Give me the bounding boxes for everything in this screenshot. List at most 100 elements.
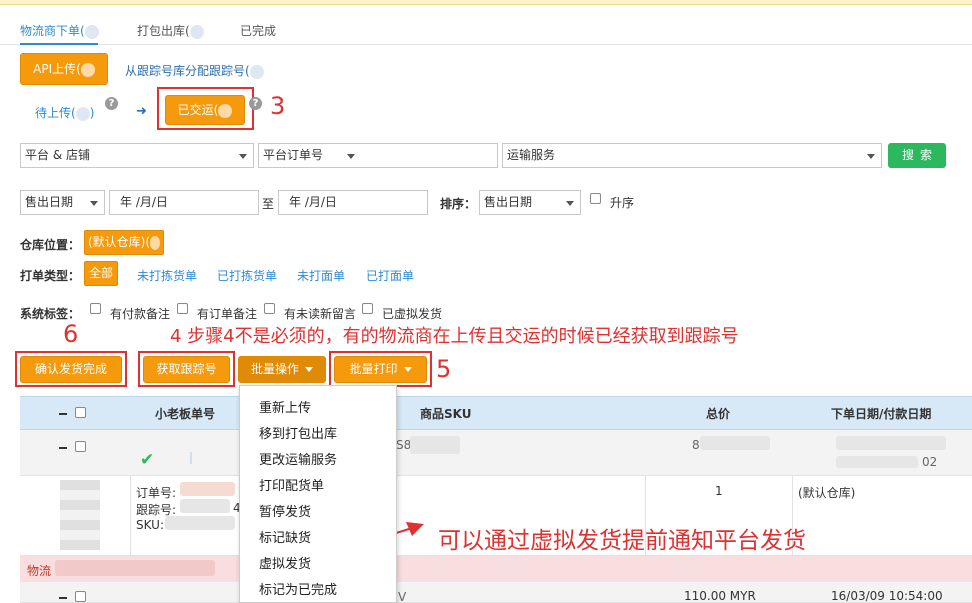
tag-virtual-shipped-checkbox[interactable] [362,303,373,314]
print-type-picked[interactable]: 已打拣货单 [217,267,277,284]
select-value: 售出日期 [25,195,74,209]
ascending-checkbox[interactable] [590,193,601,204]
row-sku-fragment: S8 [396,438,412,452]
tag-order-note-label: 有订单备注 [197,307,258,321]
date-type-select[interactable]: 售出日期 [20,190,105,215]
warehouse-label: 仓库位置： [20,236,80,253]
annotation-3: 3 [270,92,286,120]
count-blur [249,64,264,79]
print-type-label: 打单类型： [20,267,80,284]
help-glyph: ? [108,98,115,109]
date-value: 年 /月/日 [120,195,168,209]
tag-payment-note-checkbox[interactable] [90,303,101,314]
print-type-unlabeled[interactable]: 未打面单 [297,267,345,284]
print-type-all[interactable]: 全部 [84,261,118,286]
platform-order-select[interactable]: 平台订单号 [258,143,498,168]
get-tracking-button[interactable]: 获取跟踪号 [143,356,230,383]
row-checkbox[interactable] [75,441,86,452]
help-icon[interactable]: ? [105,97,118,110]
pending-upload-link[interactable]: 待上传() [35,104,94,121]
print-type-labeled[interactable]: 已打面单 [366,267,414,284]
tab-logistics-order[interactable]: 物流商下单( [20,22,99,39]
chevron-down-icon [347,154,355,159]
tab-pack-out[interactable]: 打包出库( [137,22,204,39]
tab-completed[interactable]: 已完成 [240,22,276,39]
menu-item-virtual-ship[interactable]: 虚拟发货 [259,553,311,572]
warehouse-label-text: 仓库位置： [20,238,81,252]
warehouse-value: (默认仓库)( [87,235,151,249]
print-type-unpicked[interactable]: 未打拣货单 [137,267,197,284]
tab-label: 物流商下单( [20,24,85,38]
table-row[interactable] [20,582,972,603]
get-tracking-label: 获取跟踪号 [156,362,217,376]
count-blur [218,103,233,118]
menu-item-change-service[interactable]: 更改运输服务 [259,449,337,468]
annotation-5: 5 [436,355,452,383]
chevron-down-icon [566,201,574,206]
batch-ops-dropdown: 重新上传 移到打包出库 更改运输服务 打印配货单 暂停发货 标记缺货 虚拟发货 … [239,385,397,603]
collapse-all-icon[interactable] [59,413,67,415]
system-tags-label-text: 系统标签： [20,307,81,321]
select-all-checkbox[interactable] [75,407,86,418]
sort-label: 排序： [440,195,476,212]
menu-item-move-to-pack[interactable]: 移到打包出库 [259,423,337,442]
tag-payment-note-label: 有付款备注 [110,307,171,321]
assign-tracking-tab[interactable]: 从跟踪号库分配跟踪号( [125,62,264,79]
platform-shop-select[interactable]: 平台 & 店铺 [20,143,254,168]
annotation-4: 4 步骤4不是必须的，有的物流商在上传且交运的时候已经获取到跟踪号 [170,326,739,347]
help-icon[interactable]: ? [249,97,262,110]
row-date-fragment: 02 [922,455,938,469]
chevron-down-icon [239,154,247,159]
api-upload-label: API上传( [33,62,81,76]
date-to-input[interactable]: 年 /月/日 [278,190,428,215]
col-header-text: 下单日期/付款日期 [831,407,932,421]
print-type-all-label: 全部 [88,266,113,280]
logistics-label: 物流 [27,564,52,578]
select-value: 运输服务 [507,148,556,162]
tag-virtual-shipped-label: 已虚拟发货 [382,307,443,321]
count-blur [84,24,99,39]
api-upload-button[interactable]: API上传( [20,53,108,85]
batch-print-button[interactable]: 批量打印 [334,356,427,383]
row-checkbox[interactable] [75,591,86,602]
shipped-button[interactable]: 已交运( [165,95,245,125]
shipped-label: 已交运( [177,103,219,117]
search-button[interactable]: 搜索 [888,143,946,168]
table-row[interactable] [20,430,972,476]
collapse-row-icon[interactable] [59,597,67,599]
menu-item-print-picklist[interactable]: 打印配货单 [259,475,324,494]
search-label: 搜索 [901,148,938,162]
menu-item-mark-out-of-stock[interactable]: 标记缺货 [259,527,311,546]
confirm-ship-label: 确认发货完成 [34,362,107,376]
confirm-ship-button[interactable]: 确认发货完成 [20,356,122,383]
help-glyph: ? [252,98,259,109]
date-from-input[interactable]: 年 /月/日 [109,190,259,215]
count-blur [150,235,161,250]
detail-order-label: 订单号: [136,486,177,500]
tag-order-note-checkbox[interactable] [177,303,188,314]
product-thumbnail[interactable] [60,480,100,550]
blurred-text [180,499,230,513]
menu-item-pause-shipping[interactable]: 暂停发货 [259,501,311,520]
blurred-text [180,482,235,496]
check-icon: ✔ [140,450,155,470]
collapse-row-icon[interactable] [59,447,67,449]
active-tab-underline [20,43,98,45]
warehouse-default-button[interactable]: (默认仓库)( [84,230,164,255]
sort-select[interactable]: 售出日期 [479,190,581,215]
menu-item-reupload[interactable]: 重新上传 [259,397,311,416]
ascending-label: 升序 [610,196,635,210]
menu-item-mark-completed[interactable]: 标记为已完成 [259,579,337,598]
chevron-down-icon [90,201,98,206]
select-value: 平台 & 店铺 [25,148,90,162]
shipping-service-select[interactable]: 运输服务 [502,143,882,168]
assign-tracking-label: 从跟踪号库分配跟踪号( [125,64,250,78]
batch-ops-button[interactable]: 批量操作 [238,356,326,383]
tag-unread-message-checkbox[interactable] [264,303,275,314]
col-header-text: 小老板单号 [155,407,216,421]
blurred-text [410,436,460,454]
tab-label: 已完成 [240,24,277,38]
col-header-text: 商品SKU [420,407,472,421]
annotation-virtual-note: 可以通过虚拟发货提前通知平台发货 [438,528,806,554]
pending-upload-label: 待上传( [35,106,76,120]
